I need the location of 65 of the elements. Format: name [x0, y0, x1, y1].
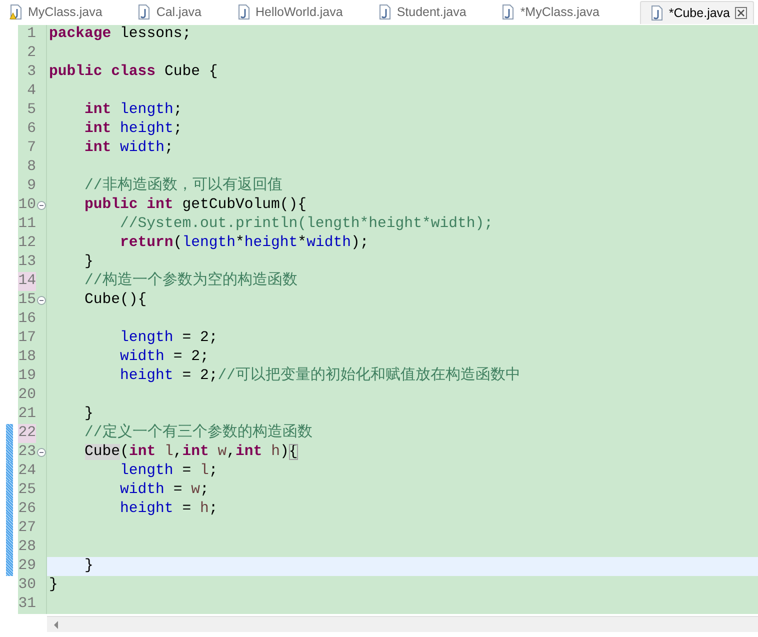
line-number: 30 [18, 576, 36, 595]
line-number: 24 [18, 462, 36, 481]
code-line: length = l; [119, 462, 218, 481]
code-line: public int getCubVolum(){ [84, 196, 307, 215]
line-number: 10 [18, 196, 36, 215]
code-line: //非构造函数，可以有返回值 [84, 177, 282, 196]
line-number: 11 [18, 215, 36, 234]
line-number: 2 [27, 44, 36, 63]
collapse-icon[interactable] [36, 448, 46, 457]
horizontal-scrollbar[interactable] [47, 616, 758, 632]
line-number: 23 [18, 443, 36, 462]
code-line: int length; [84, 101, 182, 120]
line-number: 18 [18, 348, 36, 367]
line-number: 1 [27, 25, 36, 44]
line-number: 4 [27, 82, 36, 101]
editor-tab[interactable]: Student.java [368, 0, 472, 24]
code-line: int width; [84, 139, 174, 158]
code-line: width = 2; [119, 348, 209, 367]
line-number: 31 [18, 595, 36, 614]
editor-tab[interactable]: *Cube.java [640, 0, 754, 24]
line-number: 8 [27, 158, 36, 177]
code-line: package lessons; [49, 25, 192, 44]
collapse-icon[interactable] [36, 201, 46, 210]
code-line: Cube(){ [84, 291, 147, 310]
line-number: 15 [18, 291, 36, 310]
line-number: 7 [27, 139, 36, 158]
line-number: 22 [18, 424, 36, 443]
code-line: } [84, 557, 94, 576]
line-number: 17 [18, 329, 36, 348]
code-line: //定义一个有三个参数的构造函数 [84, 424, 312, 443]
close-icon[interactable] [735, 6, 747, 18]
line-number: 14 [18, 272, 36, 291]
scroll-left-icon[interactable] [52, 620, 60, 630]
line-number: 16 [18, 310, 36, 329]
line-number: 27 [18, 519, 36, 538]
code-line: //构造一个参数为空的构造函数 [84, 272, 298, 291]
editor-tab[interactable]: Cal.java [128, 0, 208, 24]
code-line: //System.out.println(length*height*width); [119, 215, 493, 234]
line-number: 6 [27, 120, 36, 139]
code-line: } [49, 576, 58, 595]
line-number: 5 [27, 101, 36, 120]
line-number: 19 [18, 367, 36, 386]
code-line: width = w; [119, 481, 209, 500]
code-line: public class Cube { [49, 63, 218, 82]
code-line: height = 2;//可以把变量的初始化和赋值放在构造函数中 [119, 367, 520, 386]
code-line: height = h; [119, 500, 218, 519]
line-number: 9 [27, 177, 36, 196]
editor-tab[interactable]: MyClass.java [0, 0, 108, 24]
line-number: 21 [18, 405, 36, 424]
line-number: 3 [27, 63, 36, 82]
line-number: 25 [18, 481, 36, 500]
editor-tab[interactable]: HelloWorld.java [228, 0, 349, 24]
code-line: return(length*height*width); [119, 234, 369, 253]
code-line: } [84, 405, 94, 424]
line-number: 29 [18, 557, 36, 576]
editor-tab[interactable]: *MyClass.java [492, 0, 606, 24]
line-number: 13 [18, 253, 36, 272]
code-line: int height; [84, 120, 182, 139]
collapse-icon[interactable] [36, 296, 46, 305]
line-number: 12 [18, 234, 36, 253]
line-number: 28 [18, 538, 36, 557]
code-line: length = 2; [119, 329, 218, 348]
line-number: 20 [18, 386, 36, 405]
line-number: 26 [18, 500, 36, 519]
code-line: } [84, 253, 94, 272]
